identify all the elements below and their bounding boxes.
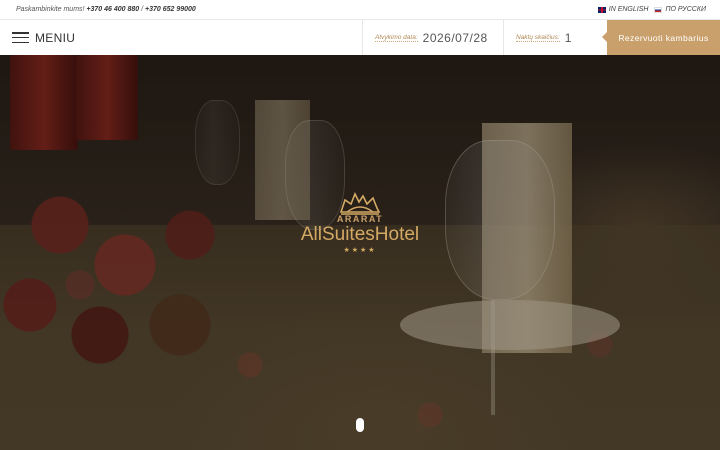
phone-link-2[interactable]: +370 652 99000 [145,6,196,13]
language-english-label: IN ENGLISH [608,6,649,13]
language-russian[interactable]: ПО РУССКИ [654,6,706,13]
logo-brand-name: AllSuitesHotel [300,224,420,245]
uk-flag-icon [597,6,606,13]
hero-banner: ARARAT AllSuitesHotel ★★★★ [0,55,720,450]
top-info-bar: Paskambinkite mums! +370 46 400 880 / +3… [0,0,720,20]
nights-count-label: Naktų skaičius: [516,33,560,42]
language-english[interactable]: IN ENGLISH [597,6,649,13]
language-russian-label: ПО РУССКИ [665,6,706,13]
arrival-date-label: Atvykimo data: [375,33,418,42]
menu-button[interactable]: MENIU [0,20,362,55]
hotel-logo: ARARAT AllSuitesHotel ★★★★ [270,190,450,254]
logo-star-rating: ★★★★ [343,247,377,254]
nights-count-field[interactable]: Naktų skaičius: 1 [503,20,607,55]
arrival-date-field[interactable]: Atvykimo data: 2026/07/28 [362,20,503,55]
hamburger-icon [12,32,29,43]
main-header: MENIU Atvykimo data: 2026/07/28 Naktų sk… [0,20,720,55]
language-switcher: IN ENGLISH ПО РУССКИ [597,6,706,13]
contact-phones: Paskambinkite mums! +370 46 400 880 / +3… [16,6,196,13]
call-us-text: Paskambinkite mums! [16,6,87,13]
logo-brand-top: ARARAT [336,214,384,224]
arrival-date-value: 2026/07/28 [422,30,488,45]
scroll-down-indicator[interactable] [356,418,364,432]
phone-link-1[interactable]: +370 46 400 880 [86,6,139,13]
menu-label: MENIU [35,30,76,45]
griffin-emblem-icon [339,192,381,215]
ru-flag-icon [654,6,663,13]
nights-count-value: 1 [564,30,572,45]
reserve-rooms-button[interactable]: Rezervuoti kambarius [602,20,720,55]
